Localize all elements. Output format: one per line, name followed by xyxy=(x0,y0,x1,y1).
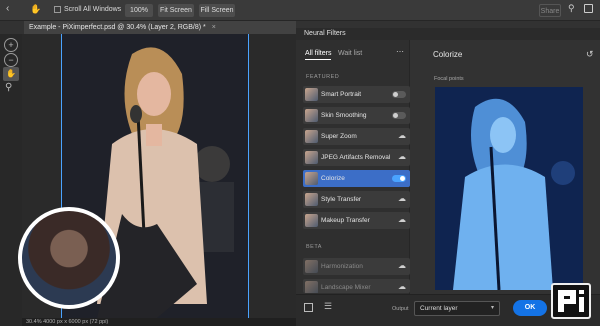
filter-row-jpeg-artifacts-removal[interactable]: JPEG Artifacts Removal ☁ xyxy=(303,149,410,166)
chevron-down-icon: ▾ xyxy=(490,305,494,311)
focal-points-label: Focal points xyxy=(434,76,464,82)
filter-label: Harmonization xyxy=(321,263,363,270)
makeup-transfer-thumbnail xyxy=(305,214,318,227)
hand-icon[interactable]: ✋ xyxy=(3,67,19,81)
filter-label: JPEG Artifacts Removal xyxy=(321,154,391,161)
super-zoom-thumbnail xyxy=(305,130,318,143)
filter-row-style-transfer[interactable]: Style Transfer ☁ xyxy=(303,191,410,208)
smart-portrait-thumbnail xyxy=(305,88,318,101)
filter-row-super-zoom[interactable]: Super Zoom ☁ xyxy=(303,128,410,145)
colorize-toggle[interactable] xyxy=(392,175,406,182)
workspace-icon[interactable] xyxy=(584,4,593,13)
tab-wait-list[interactable]: Wait list xyxy=(338,50,362,57)
zoom-in-icon[interactable]: + xyxy=(4,38,18,52)
cloud-download-icon[interactable]: ☁ xyxy=(398,282,406,291)
filter-label: Skin Smoothing xyxy=(321,112,367,119)
filter-row-landscape-mixer[interactable]: Landscape Mixer ☁ xyxy=(303,279,410,293)
preview-toggle-icon[interactable] xyxy=(304,303,313,312)
filter-row-harmonization[interactable]: Harmonization ☁ xyxy=(303,258,410,275)
document-tab-title: Example - PiXimperfect.psd @ 30.4% (Laye… xyxy=(29,24,206,31)
filter-row-skin-smoothing[interactable]: Skin Smoothing xyxy=(303,107,410,124)
preview-image xyxy=(435,87,583,290)
output-label: Output xyxy=(392,306,409,312)
filter-row-makeup-transfer[interactable]: Makeup Transfer ☁ xyxy=(303,212,410,229)
zoom-100-button[interactable]: 100% xyxy=(125,4,153,17)
fit-screen-button[interactable]: Fit Screen xyxy=(158,4,194,17)
filter-label: Colorize xyxy=(321,175,345,182)
close-tab-icon[interactable]: × xyxy=(212,24,216,31)
presenter-webcam-overlay xyxy=(18,207,120,309)
jpeg-artifacts-thumbnail xyxy=(305,151,318,164)
zoom-tool-icon[interactable]: ⚲ xyxy=(5,82,12,93)
harmonization-thumbnail xyxy=(305,260,318,273)
cloud-download-icon[interactable]: ☁ xyxy=(398,152,406,161)
fill-screen-button[interactable]: Fill Screen xyxy=(199,4,235,17)
colorize-thumbnail xyxy=(305,172,318,185)
output-select-value: Current layer xyxy=(420,305,458,312)
colorize-preview[interactable] xyxy=(435,87,583,290)
ok-button[interactable]: OK xyxy=(513,300,547,316)
back-arrow-icon[interactable]: ‹ xyxy=(6,3,9,14)
skin-smoothing-toggle[interactable] xyxy=(392,112,406,119)
cloud-download-icon[interactable]: ☁ xyxy=(398,131,406,140)
featured-section-label: FEATURED xyxy=(306,74,340,80)
share-button[interactable]: Share xyxy=(539,4,561,17)
smart-portrait-toggle[interactable] xyxy=(392,91,406,98)
style-transfer-thumbnail xyxy=(305,193,318,206)
filter-label: Makeup Transfer xyxy=(321,217,370,224)
filter-row-smart-portrait[interactable]: Smart Portrait xyxy=(303,86,410,103)
piximperfect-logo-icon xyxy=(558,290,584,312)
beta-section-label: BETA xyxy=(306,244,322,250)
hand-tool-icon[interactable]: ✋ xyxy=(30,4,41,15)
reset-icon[interactable]: ↺ xyxy=(586,49,594,60)
neural-filters-title: Neural Filters xyxy=(296,28,600,40)
filter-label: Super Zoom xyxy=(321,133,357,140)
tab-all-filters[interactable]: All filters xyxy=(305,50,332,60)
selected-filter-title: Colorize xyxy=(433,50,463,59)
search-icon[interactable]: ⚲ xyxy=(568,3,575,14)
cloud-download-icon[interactable]: ☁ xyxy=(398,261,406,270)
filter-label: Landscape Mixer xyxy=(321,284,371,291)
layers-icon[interactable]: ☰ xyxy=(324,301,332,312)
filter-label: Style Transfer xyxy=(321,196,362,203)
more-options-icon[interactable]: ⋯ xyxy=(396,47,404,56)
cloud-download-icon[interactable]: ☁ xyxy=(398,215,406,224)
document-tab[interactable]: Example - PiXimperfect.psd @ 30.4% (Laye… xyxy=(24,21,296,34)
filter-row-colorize[interactable]: Colorize xyxy=(303,170,410,187)
zoom-out-icon[interactable]: − xyxy=(4,53,18,67)
status-bar: 30.4% 4000 px x 6000 px (72 ppi) xyxy=(22,318,296,326)
channel-logo xyxy=(551,283,591,319)
filter-label: Smart Portrait xyxy=(321,91,362,98)
skin-smoothing-thumbnail xyxy=(305,109,318,122)
output-select[interactable]: Current layer ▾ xyxy=(414,301,500,316)
scroll-all-checkbox[interactable] xyxy=(54,6,61,13)
options-bar: ‹ ✋ Scroll All Windows 100% Fit Screen F… xyxy=(0,0,600,21)
landscape-mixer-thumbnail xyxy=(305,281,318,293)
cloud-download-icon[interactable]: ☁ xyxy=(398,194,406,203)
scroll-all-label: Scroll All Windows xyxy=(64,6,122,13)
